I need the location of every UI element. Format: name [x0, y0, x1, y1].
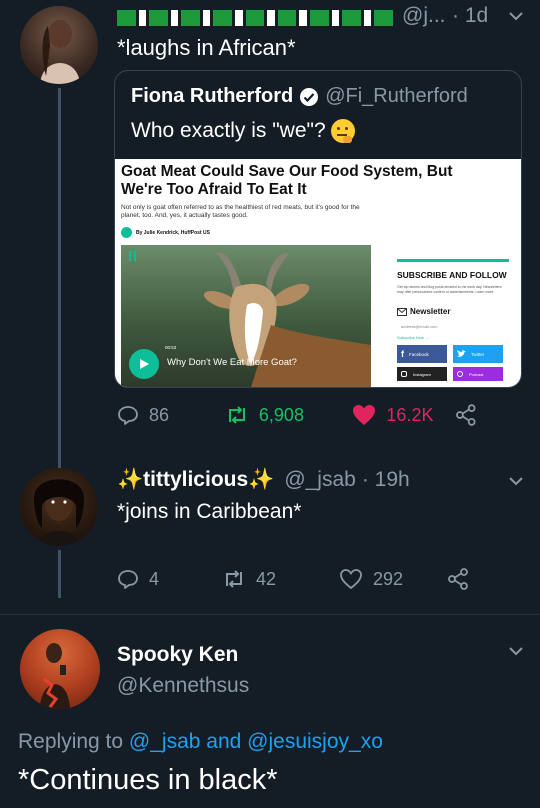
reply-count: 4: [149, 568, 160, 589]
retweet-icon: [228, 406, 245, 424]
share-icon[interactable]: [455, 404, 477, 426]
quote-text: Who exactly is "we"?: [131, 119, 326, 142]
retweet-button[interactable]: 6,908: [225, 405, 353, 426]
like-button[interactable]: 16.2K: [352, 404, 455, 426]
article-subtitle: Not only is goat often referred to as th…: [121, 204, 360, 219]
flag-name: [117, 10, 393, 26]
chevron-down-icon[interactable]: [508, 643, 524, 659]
author-avatar-icon: [121, 227, 132, 238]
video-player[interactable]: 00:53 Why Don't We Eat More Goat?: [121, 245, 371, 387]
reply-button[interactable]: 86: [117, 404, 225, 426]
article-image[interactable]: Goat Meat Could Save Our Food System, Bu…: [115, 159, 521, 387]
video-badge: [129, 251, 136, 261]
mail-icon: [397, 307, 407, 316]
facebook-button[interactable]: f Facebook: [397, 345, 447, 363]
mention-link[interactable]: @_jsab: [129, 730, 201, 753]
quote-author-handle: @Fi_Rutherford: [325, 85, 468, 107]
avatar-photo: [34, 479, 84, 546]
article-sidebar: SUBSCRIBE AND FOLLOW Get top stories and…: [397, 259, 509, 381]
tweet-handle[interactable]: @j...: [402, 4, 446, 28]
tweet-time[interactable]: · 19h: [362, 468, 410, 492]
podcast-button[interactable]: Podcast: [453, 367, 503, 381]
retweet-button[interactable]: 42: [222, 569, 339, 590]
replying-to: Replying to @_jsab and @jesuisjoy_xo: [18, 730, 383, 754]
avatar-photo: [40, 643, 70, 709]
like-button[interactable]: 292: [339, 568, 447, 590]
video-time: 00:53: [165, 345, 177, 350]
subscribe-link[interactable]: Subscribe Now →: [397, 335, 509, 340]
quote-author-name: Fiona Rutherford: [131, 85, 294, 107]
and-text: and: [206, 730, 242, 753]
avatar[interactable]: [20, 6, 98, 84]
retweet-count: 42: [256, 568, 277, 589]
reply-icon: [118, 406, 138, 425]
tweet-actions: 86 6,908 16.2K: [117, 404, 477, 426]
share-icon[interactable]: [447, 568, 469, 590]
quote-tweet-card[interactable]: Fiona Rutherford @Fi_Rutherford Who exac…: [114, 70, 522, 388]
tweet-text: *Continues in black*: [18, 764, 278, 796]
verified-badge-icon: [300, 87, 319, 106]
instagram-button[interactable]: Instagram: [397, 367, 447, 381]
replying-prefix: Replying to: [18, 730, 124, 753]
avatar[interactable]: [20, 468, 98, 546]
play-icon: [140, 359, 149, 369]
reply-button[interactable]: 4: [117, 568, 222, 590]
play-button[interactable]: [129, 349, 159, 379]
retweet-count: 6,908: [258, 404, 304, 425]
mention-link[interactable]: @jesuisjoy_xo: [247, 730, 383, 753]
like-count: 292: [373, 568, 404, 589]
twitter-bird-icon: [457, 350, 466, 357]
article-byline: By Julie Kendrick, HuffPost US: [136, 229, 210, 236]
facebook-icon: f: [401, 349, 404, 359]
tweet-handle[interactable]: @_jsab: [284, 468, 356, 492]
instagram-icon: [401, 371, 407, 377]
article-headline: Goat Meat Could Save Our Food System, Bu…: [121, 163, 453, 198]
avatar[interactable]: [20, 629, 100, 709]
chevron-down-icon[interactable]: [508, 473, 524, 489]
tweet-author-name[interactable]: ✨tittylicious✨: [117, 468, 274, 492]
twitter-button[interactable]: Twitter: [453, 345, 503, 363]
thread-line: [58, 88, 61, 468]
tweet-handle[interactable]: @Kennethsus: [117, 674, 249, 698]
tweet-time[interactable]: · 1d: [452, 4, 488, 28]
avatar-photo: [40, 20, 80, 84]
newsletter-label: Newsletter: [410, 307, 451, 316]
thinking-face-icon: [331, 119, 356, 144]
email-field[interactable]: address@email.com: [397, 324, 509, 329]
retweet-icon: [226, 570, 242, 588]
reply-icon: [118, 570, 138, 589]
sidebar-title: SUBSCRIBE AND FOLLOW: [397, 270, 507, 280]
tweet-text: *joins in Caribbean*: [117, 500, 302, 523]
like-count: 16.2K: [386, 404, 434, 425]
divider: [0, 614, 540, 615]
tweet-actions: 4 42 292: [117, 568, 477, 590]
tweet-author-name[interactable]: Spooky Ken: [117, 643, 238, 667]
tweet-text: *laughs in African*: [117, 35, 296, 60]
video-caption: Why Don't We Eat More Goat?: [167, 357, 297, 368]
heart-outline-icon: [340, 569, 362, 590]
heart-icon: [353, 405, 376, 425]
podcast-icon: [457, 371, 463, 377]
sidebar-text: Get top stories and blog posts emailed t…: [397, 285, 502, 294]
chevron-down-icon[interactable]: [508, 8, 524, 24]
thread-line: [58, 550, 61, 598]
reply-count: 86: [149, 404, 170, 425]
